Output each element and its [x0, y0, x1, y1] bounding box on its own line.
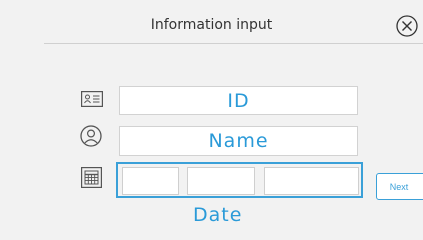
- date-year-input[interactable]: [264, 167, 359, 195]
- next-button[interactable]: Next: [376, 173, 423, 200]
- date-label: Date: [193, 204, 243, 226]
- user-icon: [80, 125, 102, 147]
- header-divider: [44, 43, 423, 44]
- name-placeholder: Name: [208, 130, 269, 152]
- id-field[interactable]: ID: [119, 86, 358, 115]
- header-bar: Information input: [0, 0, 423, 43]
- next-button-label: Next: [389, 181, 409, 192]
- id-placeholder: ID: [227, 89, 250, 112]
- calendar-icon: [81, 167, 102, 188]
- page-title: Information input: [150, 17, 273, 33]
- close-button[interactable]: [396, 15, 418, 37]
- date-month-input[interactable]: [187, 167, 255, 195]
- close-icon: [396, 15, 418, 37]
- name-field[interactable]: Name: [119, 126, 358, 156]
- date-day-input[interactable]: [122, 167, 179, 195]
- date-input-group: [116, 162, 363, 198]
- id-card-icon: [81, 91, 103, 107]
